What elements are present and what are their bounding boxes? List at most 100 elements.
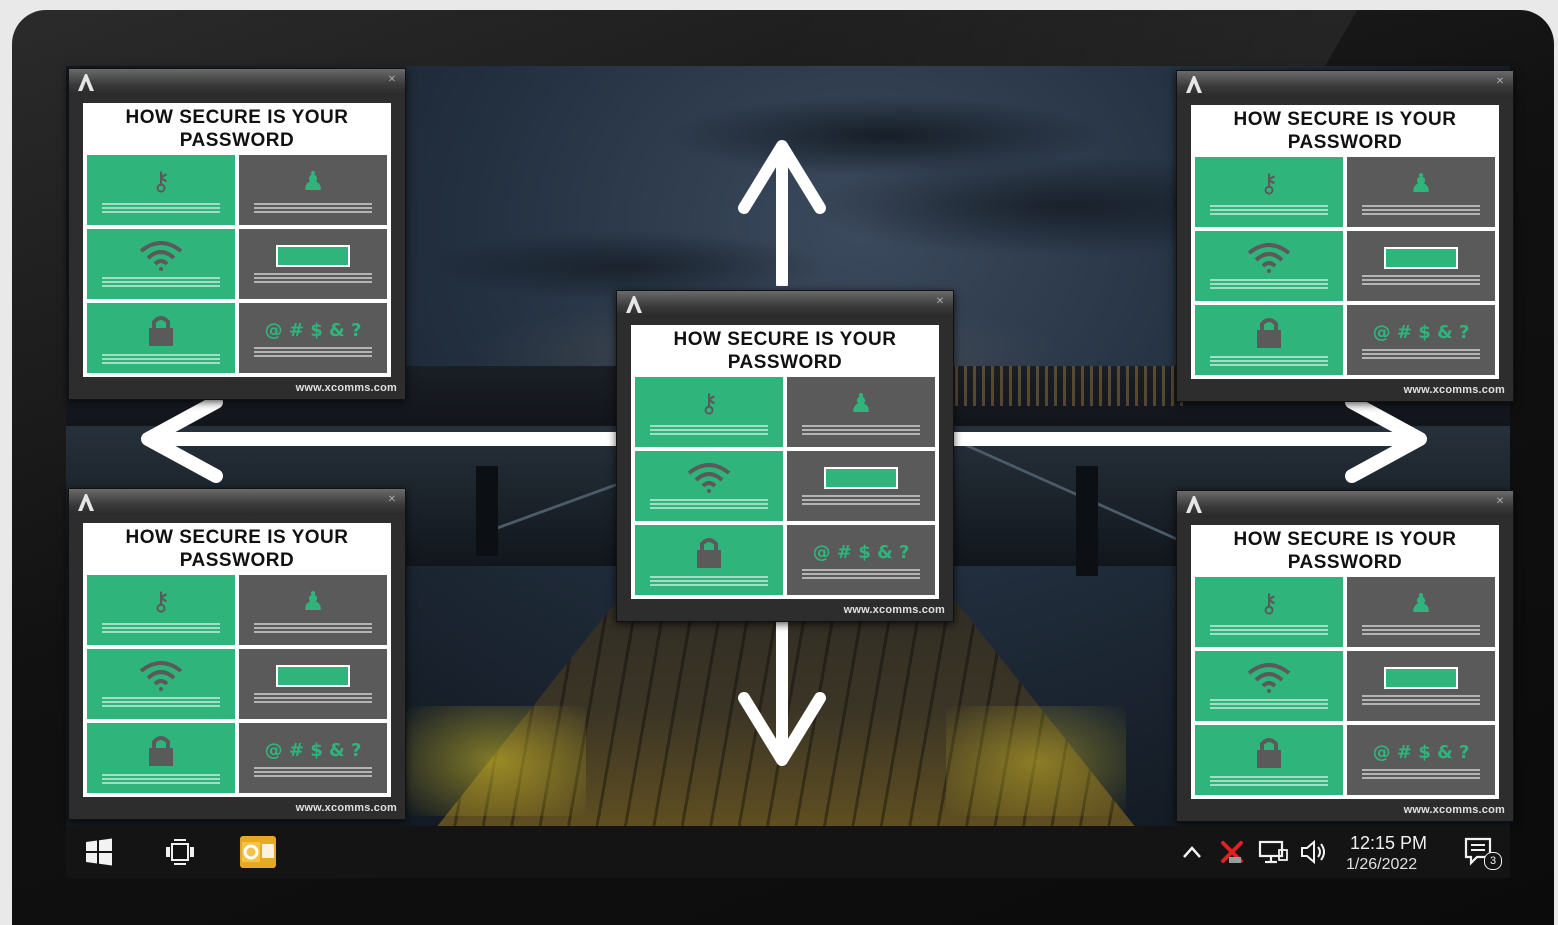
- windows-taskbar: 12:15 PM 1/26/2022 3: [66, 826, 1510, 878]
- popup-titlebar[interactable]: ✕: [1177, 491, 1513, 517]
- network-tray[interactable]: [1256, 836, 1290, 868]
- lock-icon: [1257, 318, 1281, 348]
- close-icon[interactable]: ✕: [933, 295, 947, 309]
- tile-wifi: [1195, 231, 1343, 301]
- security-alert-tray[interactable]: [1218, 836, 1246, 868]
- app-logo-icon: [626, 296, 642, 313]
- tile-key: ⚷: [87, 155, 235, 225]
- website-link[interactable]: www.xcomms.com: [844, 604, 945, 616]
- ruler-icon: [276, 665, 350, 687]
- tile-symbols: @ # $ & ?: [1347, 305, 1495, 375]
- key-icon: ⚷: [699, 389, 719, 419]
- tile-people: ♟: [1347, 577, 1495, 647]
- tile-key: ⚷: [1195, 157, 1343, 227]
- popup-titlebar[interactable]: ✕: [617, 291, 953, 317]
- infographic-title: HOW SECURE IS YOUR PASSWORD: [1233, 109, 1457, 153]
- start-button[interactable]: [82, 836, 116, 868]
- infographic-card[interactable]: HOW SECURE IS YOUR PASSWORD ⚷ ♟ @ # $ & ?: [631, 325, 939, 599]
- people-icon: ♟: [1409, 589, 1433, 619]
- tile-wifi: [87, 229, 235, 299]
- key-icon: ⚷: [1259, 589, 1279, 619]
- tile-ruler: [239, 229, 387, 299]
- key-icon: ⚷: [151, 587, 171, 617]
- password-alert-popup[interactable]: ✕ HOW SECURE IS YOUR PASSWORD ⚷ ♟ @ # $ &…: [1176, 70, 1514, 402]
- people-icon: ♟: [301, 587, 325, 617]
- tile-ruler: [1347, 231, 1495, 301]
- popup-titlebar[interactable]: ✕: [69, 69, 405, 95]
- tile-symbols: @ # $ & ?: [1347, 725, 1495, 795]
- action-center-button[interactable]: 3: [1460, 836, 1502, 870]
- infographic-card[interactable]: HOW SECURE IS YOUR PASSWORD ⚷ ♟ @ # $ & ?: [1191, 105, 1499, 379]
- people-icon: ♟: [1409, 169, 1433, 199]
- website-link[interactable]: www.xcomms.com: [296, 382, 397, 394]
- lock-icon: [1257, 738, 1281, 768]
- special-characters-icon: @ # $ & ?: [1372, 741, 1470, 763]
- wifi-icon: [687, 463, 731, 493]
- close-icon[interactable]: ✕: [385, 73, 399, 87]
- tile-people: ♟: [1347, 157, 1495, 227]
- app-logo-icon: [1186, 496, 1202, 513]
- wallpaper-light: [946, 706, 1126, 816]
- tile-lock: [87, 723, 235, 793]
- infographic-card[interactable]: HOW SECURE IS YOUR PASSWORD ⚷ ♟ @ # $ & ?: [83, 103, 391, 377]
- outlook-icon: [240, 836, 276, 868]
- tile-symbols: @ # $ & ?: [787, 525, 935, 595]
- key-icon: ⚷: [1259, 169, 1279, 199]
- tile-wifi: [87, 649, 235, 719]
- clock-date[interactable]: 1/26/2022: [1346, 856, 1417, 874]
- password-alert-popup[interactable]: ✕ HOW SECURE IS YOUR PASSWORD ⚷ ♟ @ # $ &…: [68, 68, 406, 400]
- bezel-glare: [762, 10, 1358, 70]
- password-alert-popup[interactable]: ✕ HOW SECURE IS YOUR PASSWORD ⚷ ♟ @ # $ &…: [1176, 490, 1514, 822]
- tile-symbols: @ # $ & ?: [239, 303, 387, 373]
- tile-ruler: [239, 649, 387, 719]
- wifi-icon: [139, 241, 183, 271]
- close-icon[interactable]: ✕: [385, 493, 399, 507]
- lock-icon: [697, 538, 721, 568]
- arrow-down-icon: [734, 620, 830, 770]
- outlook-taskbar-button[interactable]: [236, 836, 280, 868]
- password-alert-popup[interactable]: ✕ HOW SECURE IS YOUR PASSWORD ⚷ ♟ @ # $ &…: [68, 488, 406, 820]
- ruler-icon: [276, 245, 350, 267]
- windows-start-icon: [86, 838, 112, 866]
- password-alert-popup[interactable]: ✕ HOW SECURE IS YOUR PASSWORD ⚷ ♟ @ # $ &…: [616, 290, 954, 622]
- notification-count-badge: 3: [1484, 852, 1502, 870]
- special-characters-icon: @ # $ & ?: [1372, 321, 1470, 343]
- volume-tray[interactable]: [1298, 836, 1330, 868]
- infographic-title: HOW SECURE IS YOUR PASSWORD: [125, 527, 349, 571]
- website-link[interactable]: www.xcomms.com: [1404, 384, 1505, 396]
- arrow-right-icon: [948, 394, 1432, 484]
- app-logo-icon: [78, 494, 94, 511]
- tile-key: ⚷: [1195, 577, 1343, 647]
- task-view-icon: [166, 839, 194, 865]
- tile-lock: [87, 303, 235, 373]
- infographic-title: HOW SECURE IS YOUR PASSWORD: [125, 107, 349, 151]
- popup-footer: www.xcomms.com: [1177, 379, 1513, 401]
- tile-symbols: @ # $ & ?: [239, 723, 387, 793]
- lock-icon: [149, 736, 173, 766]
- tile-wifi: [635, 451, 783, 521]
- key-icon: ⚷: [151, 167, 171, 197]
- clock-time[interactable]: 12:15 PM: [1350, 833, 1427, 854]
- popup-footer: www.xcomms.com: [69, 377, 405, 399]
- task-view-button[interactable]: [160, 836, 200, 868]
- infographic-card[interactable]: HOW SECURE IS YOUR PASSWORD ⚷ ♟ @ # $ & ?: [83, 523, 391, 797]
- close-icon[interactable]: ✕: [1493, 75, 1507, 89]
- network-icon: [1258, 840, 1288, 864]
- wifi-icon: [1247, 243, 1291, 273]
- ruler-icon: [1384, 247, 1458, 269]
- show-hidden-icons-button[interactable]: [1178, 836, 1206, 868]
- app-logo-icon: [1186, 76, 1202, 93]
- arrow-up-icon: [734, 136, 830, 286]
- tile-ruler: [1347, 651, 1495, 721]
- popup-titlebar[interactable]: ✕: [69, 489, 405, 515]
- popup-titlebar[interactable]: ✕: [1177, 71, 1513, 97]
- tile-people: ♟: [239, 155, 387, 225]
- volume-icon: [1301, 839, 1325, 865]
- popup-footer: www.xcomms.com: [1177, 799, 1513, 821]
- website-link[interactable]: www.xcomms.com: [1404, 804, 1505, 816]
- tile-lock: [1195, 305, 1343, 375]
- tile-lock: [1195, 725, 1343, 795]
- infographic-card[interactable]: HOW SECURE IS YOUR PASSWORD ⚷ ♟ @ # $ & ?: [1191, 525, 1499, 799]
- close-icon[interactable]: ✕: [1493, 495, 1507, 509]
- website-link[interactable]: www.xcomms.com: [296, 802, 397, 814]
